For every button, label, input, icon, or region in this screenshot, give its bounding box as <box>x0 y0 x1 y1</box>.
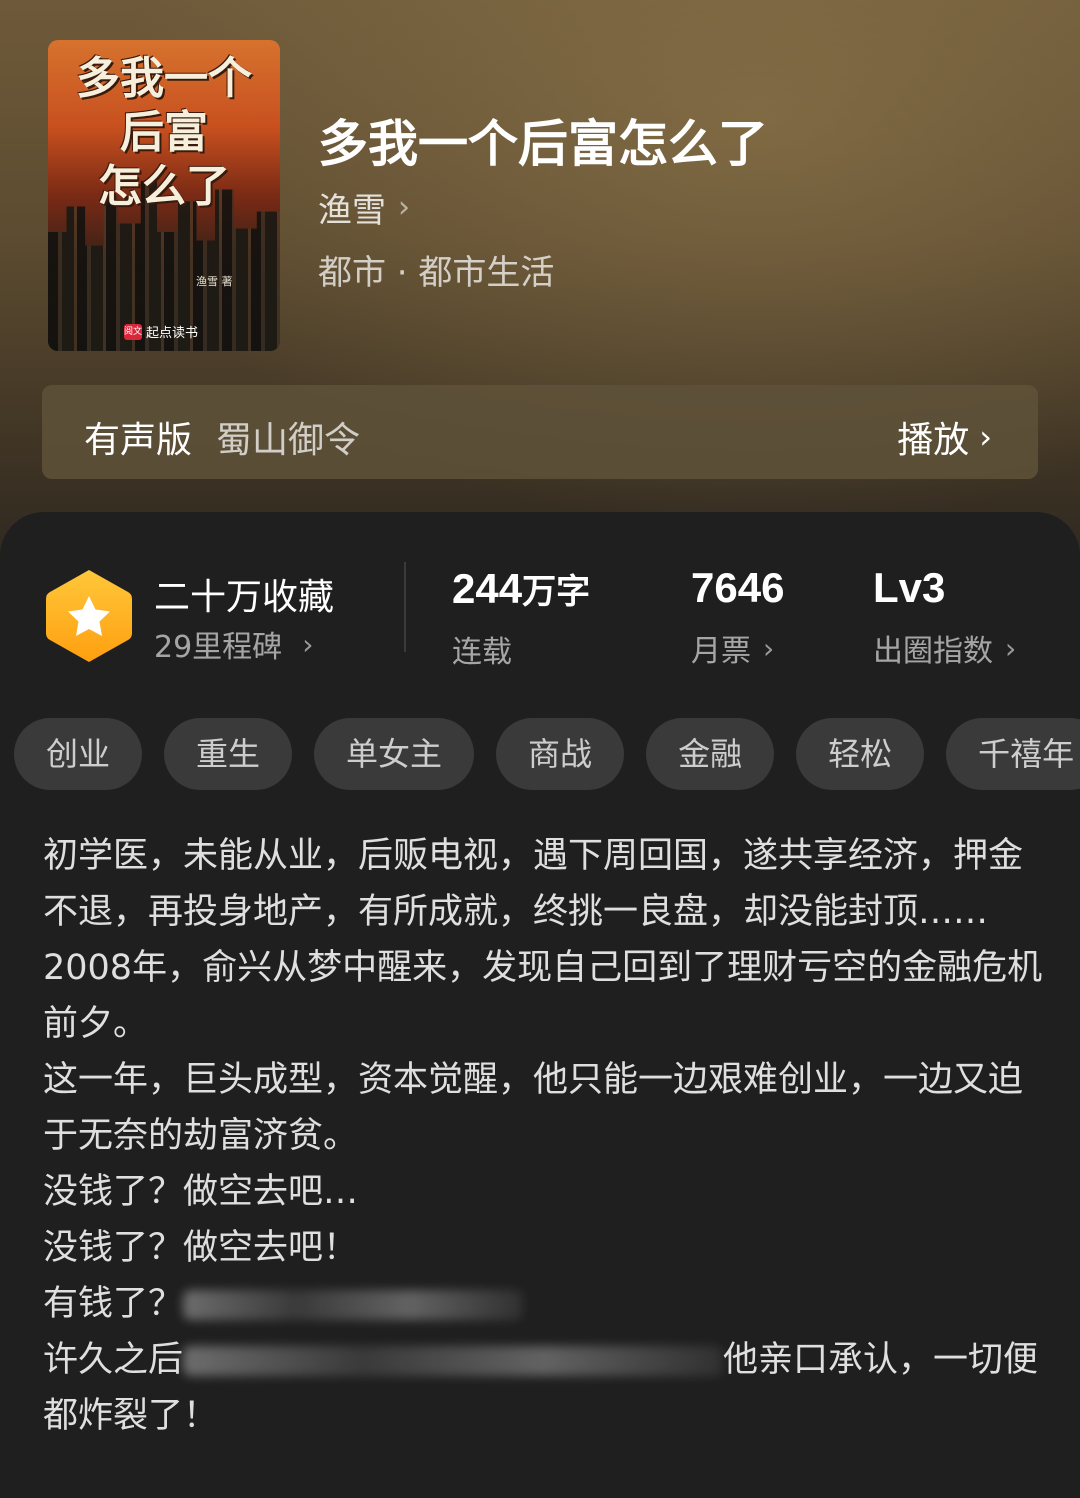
play-button[interactable]: 播放 › <box>897 411 992 463</box>
synopsis-paragraph-partial: 许久之后 他亲口承认，一切便都炸裂了！ <box>43 1332 1043 1444</box>
audio-version-bar[interactable]: 有声版 蜀山御令 播放 › <box>42 385 1038 479</box>
cover-author: 渔雪 著 <box>196 275 233 288</box>
cover-title: 多我一个 后富 怎么了 <box>48 52 280 214</box>
audio-narrator: 蜀山御令 <box>216 420 361 461</box>
tag-chip[interactable]: 千禧年 <box>946 718 1080 790</box>
favorites-count: 二十万收藏 <box>154 577 335 618</box>
monthly-tickets-label: 月票 <box>691 634 751 669</box>
cover-title-line2: 后富 <box>120 107 208 158</box>
word-count-stat: 244万字 连载 <box>452 564 590 671</box>
synopsis-paragraph: 初学医，未能从业，后贩电视，遇下周回国，遂共享经济，押金不退，再投身地产，有所成… <box>43 836 1024 932</box>
stats-divider <box>404 562 406 652</box>
milestones-label: 29里程碑 <box>154 630 283 665</box>
tag-chip[interactable]: 金融 <box>646 718 775 790</box>
word-count-value: 244万字 <box>452 564 590 613</box>
tag-chip[interactable]: 商战 <box>496 718 625 790</box>
level-value: Lv3 <box>873 564 946 611</box>
serial-status-label: 连载 <box>452 635 512 670</box>
blurred-text <box>183 1290 524 1320</box>
chevron-right-icon: › <box>302 627 314 661</box>
popularity-index-stat[interactable]: Lv3 出圈指数 › <box>873 564 1016 670</box>
author-link[interactable]: 渔雪 › <box>318 183 410 232</box>
synopsis-text: 许久之后 <box>43 1340 184 1380</box>
cover-brand-label: 起点读书 <box>146 326 199 341</box>
cover-title-line3: 怎么了 <box>98 161 230 212</box>
word-count-unit: 万字 <box>522 572 591 612</box>
milestones-link[interactable]: 29里程碑 › <box>154 622 313 666</box>
play-label: 播放 <box>897 420 970 461</box>
tag-list: 创业 重生 单女主 商战 金融 轻松 千禧年 <box>14 718 1080 790</box>
chevron-right-icon: › <box>1005 631 1017 665</box>
synopsis-paragraph: 这一年，巨头成型，资本觉醒，他只能一边艰难创业，一边又迫于无奈的劫富济贫。 <box>43 1060 1024 1156</box>
book-cover[interactable]: 多我一个 后富 怎么了 渔雪 著 阅文 起点读书 <box>48 40 280 351</box>
cover-title-line1: 多我一个 <box>76 53 252 104</box>
synopsis[interactable]: 初学医，未能从业，后贩电视，遇下周回国，遂共享经济，押金不退，再投身地产，有所成… <box>43 828 1043 1444</box>
tag-chip[interactable]: 轻松 <box>796 718 925 790</box>
chevron-right-icon: › <box>763 631 775 665</box>
blurred-text <box>183 1346 724 1376</box>
brand-logo-icon: 阅文 <box>124 323 142 340</box>
cover-brand: 阅文 起点读书 <box>124 322 198 341</box>
serial-status: 连载 <box>452 627 590 671</box>
monthly-tickets-value: 7646 <box>691 564 785 611</box>
synopsis-paragraph: 没钱了？做空去吧… <box>43 1172 359 1212</box>
monthly-tickets-link[interactable]: 月票 › <box>691 626 784 670</box>
author-name: 渔雪 <box>318 191 386 231</box>
synopsis-text: 有钱了？ <box>43 1284 184 1324</box>
synopsis-paragraph: 2008年，俞兴从梦中醒来，发现自己回到了理财亏空的金融危机前夕。 <box>43 948 1043 1044</box>
monthly-tickets-stat[interactable]: 7646 月票 › <box>691 564 784 670</box>
word-count-number: 244 <box>452 565 523 612</box>
audio-label: 有声版 <box>84 420 193 461</box>
star-icon <box>46 570 132 662</box>
tag-chip[interactable]: 重生 <box>164 718 293 790</box>
synopsis-paragraph: 没钱了？做空去吧！ <box>43 1228 359 1268</box>
popularity-index-label: 出圈指数 <box>873 634 993 669</box>
popularity-index-link[interactable]: 出圈指数 › <box>873 626 1016 670</box>
synopsis-paragraph-partial: 有钱了？ <box>43 1276 1043 1332</box>
detail-panel: 二十万收藏 29里程碑 › 244万字 连载 7646 月票 › Lv3 出圈指… <box>0 512 1080 1498</box>
chevron-right-icon: › <box>398 190 410 225</box>
tag-chip[interactable]: 单女主 <box>314 718 475 790</box>
tag-chip[interactable]: 创业 <box>14 718 143 790</box>
chevron-right-icon: › <box>979 418 992 456</box>
book-title: 多我一个后富怎么了 <box>318 115 768 173</box>
genre-label[interactable]: 都市 · 都市生活 <box>318 245 554 294</box>
